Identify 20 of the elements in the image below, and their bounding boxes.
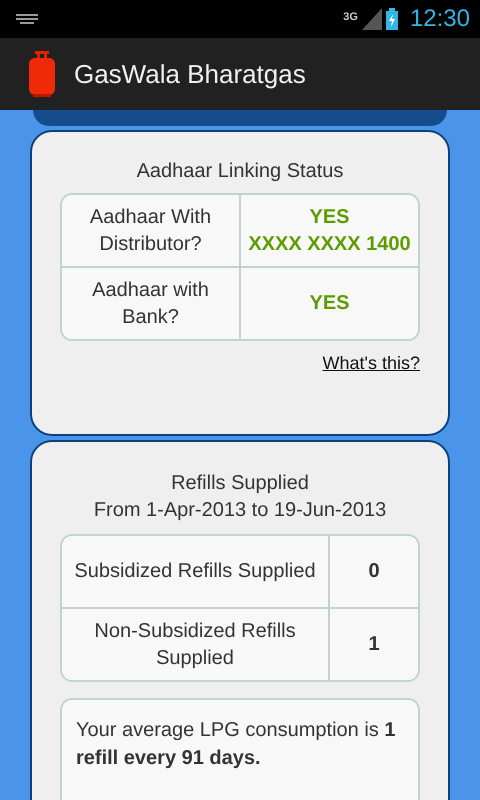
table-cell: Non-Subsidized Refills Supplied (62, 609, 330, 680)
table-cell: Aadhaar With Distributor? (62, 195, 241, 266)
table-cell-text: 1 (367, 632, 381, 657)
keyboard-icon (16, 14, 38, 24)
date-range: From 1-Apr-2013 to 19-Jun-2013 (92, 499, 388, 522)
app-title: GasWala Bharatgas (74, 58, 306, 90)
card-title: Refills Supplied (170, 472, 310, 495)
table-cell-text: YES XXXX XXXX 1400 (247, 204, 412, 256)
table-cell-text: 0 (367, 559, 381, 584)
consumption-text: Your average LPG consumption is 1 refill every 91 days. (76, 719, 396, 769)
network-label: 3G (343, 11, 358, 23)
gas-cylinder-icon (28, 51, 56, 97)
table-cell: Subsidized Refills Supplied (62, 536, 330, 607)
table-cell-text: YES (308, 291, 351, 316)
signal-icon (362, 8, 382, 30)
table-cell: Aadhaar with Bank? (62, 268, 241, 339)
whats-this-link[interactable]: What's this? (322, 353, 420, 374)
clock: 12:30 (410, 5, 470, 33)
card-title: Aadhaar Linking Status (136, 160, 344, 183)
battery-icon (386, 8, 398, 30)
